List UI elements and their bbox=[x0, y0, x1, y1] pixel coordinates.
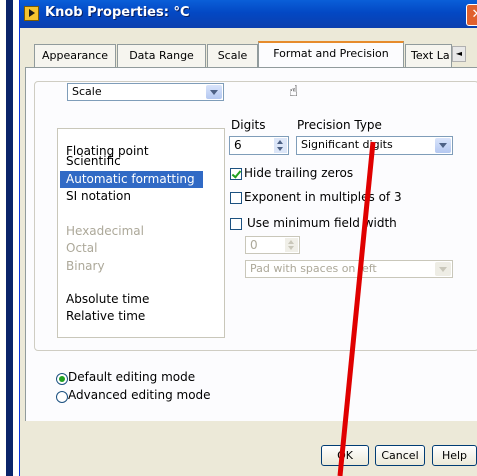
annotation-arrow-line bbox=[337, 141, 376, 476]
tab-format-and-precision[interactable]: Format and Precision bbox=[258, 41, 404, 67]
annotation-arrow bbox=[337, 141, 376, 476]
